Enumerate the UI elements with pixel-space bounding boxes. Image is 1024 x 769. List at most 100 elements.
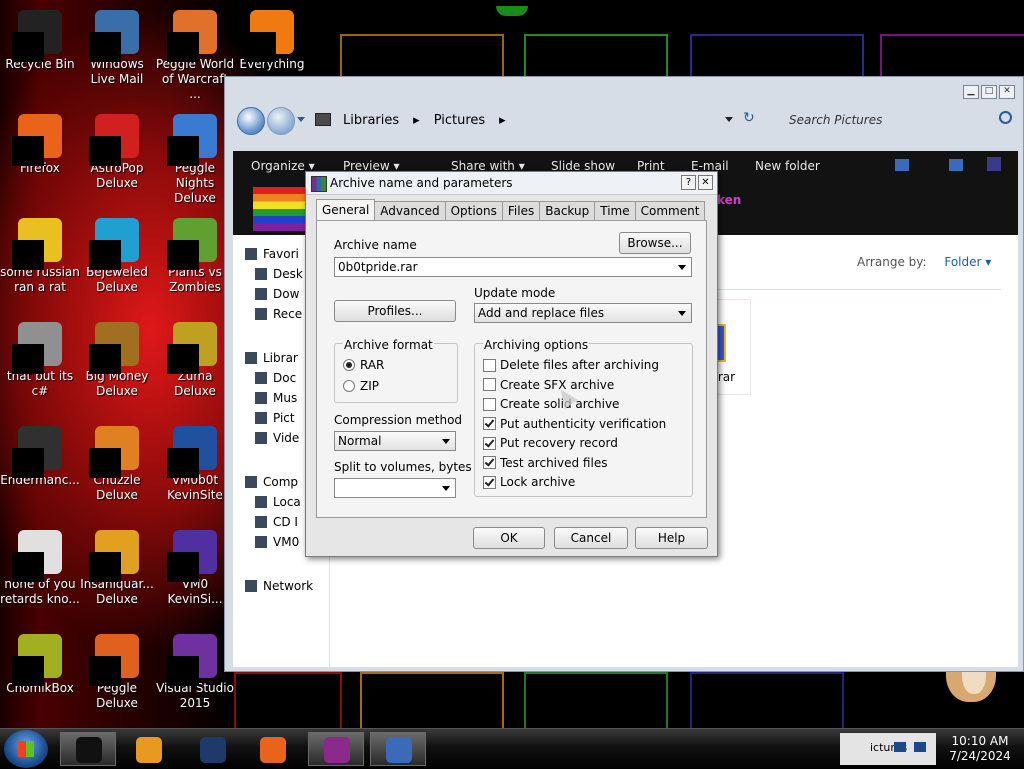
history-dropdown-icon[interactable] [297,117,305,122]
minimize-icon[interactable]: ▁ [963,85,979,99]
desktop-icon[interactable]: ChomikBox [0,632,80,696]
option-label: Put authenticity verification [500,416,667,431]
compression-select[interactable]: Normal [334,431,456,451]
search-icon[interactable] [999,111,1012,124]
toolbar-item[interactable]: New folder [755,159,820,173]
taskbar-app-browser-orb[interactable] [184,732,240,766]
option-checkbox[interactable]: Create solid archive [483,397,619,411]
desktop-icon[interactable]: AstroPop Deluxe [77,112,157,191]
taskbar-app-winrar[interactable] [308,732,364,766]
start-button[interactable] [4,730,48,768]
desktop-icon[interactable]: VM0 KevinSi... [155,528,235,607]
address-dropdown-icon[interactable] [725,117,733,122]
help-icon[interactable] [987,157,1001,171]
browse-button[interactable]: Browse... [619,232,691,254]
desktop-icon[interactable]: Firefox [0,112,80,176]
redaction-block [89,32,121,62]
desktop-icon[interactable]: that but its c# [0,320,80,399]
desktop-icon[interactable]: Plants vs Zombies [155,216,235,295]
rainbow-image [253,187,305,231]
update-mode-select[interactable]: Add and replace files [474,303,692,323]
desktop-icon[interactable]: Everything [232,8,312,72]
notification-tray: ictures [840,733,936,765]
option-checkbox[interactable]: Test archived files [483,456,607,470]
preview-pane-icon[interactable] [949,159,963,171]
profiles-button[interactable]: Profiles... [334,300,456,322]
close-icon[interactable]: ✕ [999,85,1015,99]
windows-logo-icon [18,741,34,757]
taskbar-app-media-player[interactable] [120,732,176,766]
ok-button[interactable]: OK [473,527,545,549]
chevron-down-icon[interactable] [678,311,686,316]
wallpaper-tile [524,672,668,728]
tab-files[interactable]: Files [501,201,541,220]
option-checkbox[interactable]: Lock archive [483,475,575,489]
split-volumes-input[interactable] [334,478,456,498]
desktop-icon[interactable]: Insaniquar... Deluxe [77,528,157,607]
sidebar-item-label: CD I [273,515,298,529]
tab-time[interactable]: Time [594,201,636,220]
format-radio[interactable]: ZIP [343,379,379,393]
desktop-icon[interactable]: Peggle Nights Deluxe [155,112,235,206]
tab-backup[interactable]: Backup [539,201,596,220]
desktop-icon-label: Peggle Nights Deluxe [174,161,216,205]
desktop-icon[interactable]: Big Money Deluxe [77,320,157,399]
network-icon[interactable] [894,742,906,752]
chevron-down-icon[interactable] [442,486,450,491]
archive-name-input[interactable]: 0b0tpride.rar [334,257,692,277]
tab-general[interactable]: General [316,199,376,220]
option-checkbox[interactable]: Put authenticity verification [483,417,666,431]
folder-icon [245,476,257,488]
sidebar-item-label: Vide [273,431,300,445]
close-icon[interactable]: ✕ [698,175,713,190]
breadcrumb-separator-icon[interactable]: ▸ [413,113,420,128]
chevron-down-icon[interactable] [678,265,686,270]
wallpaper-tile [690,34,864,80]
back-button[interactable] [237,107,265,135]
maximize-icon[interactable]: □ [981,85,997,99]
option-checkbox[interactable]: Create SFX archive [483,378,614,392]
chevron-down-icon[interactable] [442,439,450,444]
desktop-icon[interactable]: Visual Studio 2015 [155,632,235,711]
option-checkbox[interactable]: Delete files after archiving [483,358,659,372]
desktop-icon[interactable]: Chuzzle Deluxe [77,424,157,503]
help-icon[interactable]: ? [681,175,696,190]
desktop-icon[interactable]: Peggle Deluxe [77,632,157,711]
taskbar-app-firefox[interactable] [244,732,300,766]
forward-button[interactable] [267,107,295,135]
breadcrumb-separator-icon[interactable]: ▸ [499,113,506,128]
taskbar-app-black-app[interactable] [60,732,116,766]
folder-icon [315,113,331,126]
desktop-icon[interactable]: Windows Live Mail [77,8,157,87]
archive-format-group: Archive format RAR ZIP [334,338,458,403]
breadcrumb-item[interactable]: Libraries [343,113,399,128]
desktop-icon[interactable]: Bejeweled Deluxe [77,216,157,295]
taskbar-app-installer[interactable] [370,732,426,766]
tab-comment[interactable]: Comment [634,201,706,220]
view-icon[interactable] [895,159,909,171]
tab-options[interactable]: Options [444,201,503,220]
desktop-icon[interactable]: some russian ran a rat [0,216,80,295]
tab-advanced[interactable]: Advanced [374,201,446,220]
system-clock[interactable]: 10:10 AM 7/24/2024 [936,734,1024,764]
desktop-icon[interactable]: Peggle World of Warcraft ... [155,8,235,102]
sidebar-item[interactable]: Network [245,579,321,593]
refresh-icon[interactable]: ↻ [743,110,755,126]
desktop-icon[interactable]: none of you retards kno... [0,528,80,607]
checkbox-icon [483,397,496,411]
desktop-icon[interactable]: Endermanc... [0,424,80,488]
breadcrumb-item[interactable]: Pictures [434,113,485,128]
app-icon [89,218,139,270]
arrange-dropdown[interactable]: Folder ▾ [944,255,991,269]
desktop-icon[interactable]: Recycle Bin [0,8,80,72]
volume-icon[interactable] [914,742,926,752]
search-input[interactable]: Search Pictures [781,107,1021,133]
dialog-titlebar: Archive name and parameters ? ✕ [306,172,717,195]
format-radio[interactable]: RAR [343,358,384,372]
option-checkbox[interactable]: Put recovery record [483,436,618,450]
app-icon [89,530,139,582]
cancel-button[interactable]: Cancel [554,527,628,549]
desktop-icon[interactable]: VM0b0t KevinSite [155,424,235,503]
desktop-icon[interactable]: Zuma Deluxe [155,320,235,399]
help-button[interactable]: Help [635,527,708,549]
